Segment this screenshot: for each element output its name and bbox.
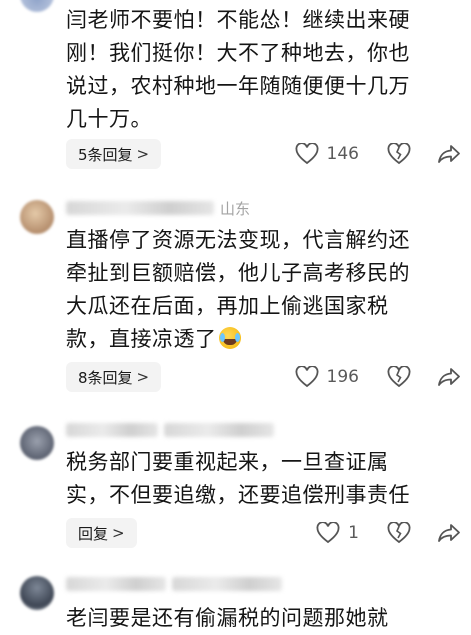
dislike-button[interactable]	[387, 366, 411, 388]
share-button[interactable]	[437, 522, 461, 544]
heart-outline-icon	[295, 366, 318, 388]
avatar[interactable]	[20, 426, 54, 460]
comment-actions: 196	[295, 362, 461, 392]
username-blurred[interactable]	[66, 423, 158, 437]
chevron-right-icon: >	[136, 368, 150, 386]
like-count: 196	[326, 367, 359, 387]
comment-meta: 山东	[66, 197, 250, 219]
avatar[interactable]	[20, 0, 54, 12]
heart-outline-icon	[316, 522, 340, 544]
avatar[interactable]	[20, 200, 54, 234]
username-blurred[interactable]	[66, 577, 166, 591]
like-button[interactable]: 146	[295, 143, 359, 165]
comment-actions: 146	[295, 139, 461, 169]
avatar[interactable]	[20, 576, 54, 610]
laughing-crying-emoji-icon	[218, 327, 241, 349]
share-arrow-icon	[438, 368, 460, 386]
comment-meta	[66, 573, 288, 595]
share-button[interactable]	[437, 143, 461, 165]
username-blurred	[164, 423, 274, 437]
broken-heart-icon	[387, 366, 411, 388]
location-tag: 山东	[220, 199, 251, 218]
comment-text: 直播停了资源无法变现，代言解约还 牵扯到巨额赔偿，他儿子高考移民的 大瓜还在后面…	[66, 228, 410, 351]
reply-button[interactable]: 回复 >	[66, 518, 137, 548]
username-blurred	[172, 577, 282, 591]
share-arrow-icon	[438, 524, 460, 542]
share-button[interactable]	[437, 366, 461, 388]
like-button[interactable]: 1	[316, 522, 359, 544]
broken-heart-icon	[387, 522, 411, 544]
dislike-button[interactable]	[387, 143, 411, 165]
comment-text: 税务部门要重视起来，一旦查证属 实，不但要追缴，还要追偿刑事责任	[66, 450, 410, 507]
like-count: 146	[326, 144, 359, 164]
broken-heart-icon	[387, 143, 411, 165]
comment-text: 闫老师不要怕！不能怂！继续出来硬 刚！我们挺你！大不了种地去，你也 说过，农村种…	[66, 8, 410, 131]
comment-actions: 1	[316, 518, 461, 548]
like-button[interactable]: 196	[295, 366, 359, 388]
view-replies-button[interactable]: 8条回复 >	[66, 362, 162, 392]
username-blurred[interactable]	[66, 201, 214, 215]
chevron-right-icon: >	[112, 524, 125, 542]
view-replies-button[interactable]: 5条回复 >	[66, 139, 162, 169]
like-count: 1	[348, 523, 359, 543]
comment-meta	[66, 419, 280, 441]
comment-text: 老闫要是还有偷漏税的问题那她就	[66, 606, 389, 630]
share-arrow-icon	[438, 145, 460, 163]
chevron-right-icon: >	[136, 145, 150, 163]
heart-outline-icon	[295, 143, 318, 165]
dislike-button[interactable]	[387, 522, 411, 544]
